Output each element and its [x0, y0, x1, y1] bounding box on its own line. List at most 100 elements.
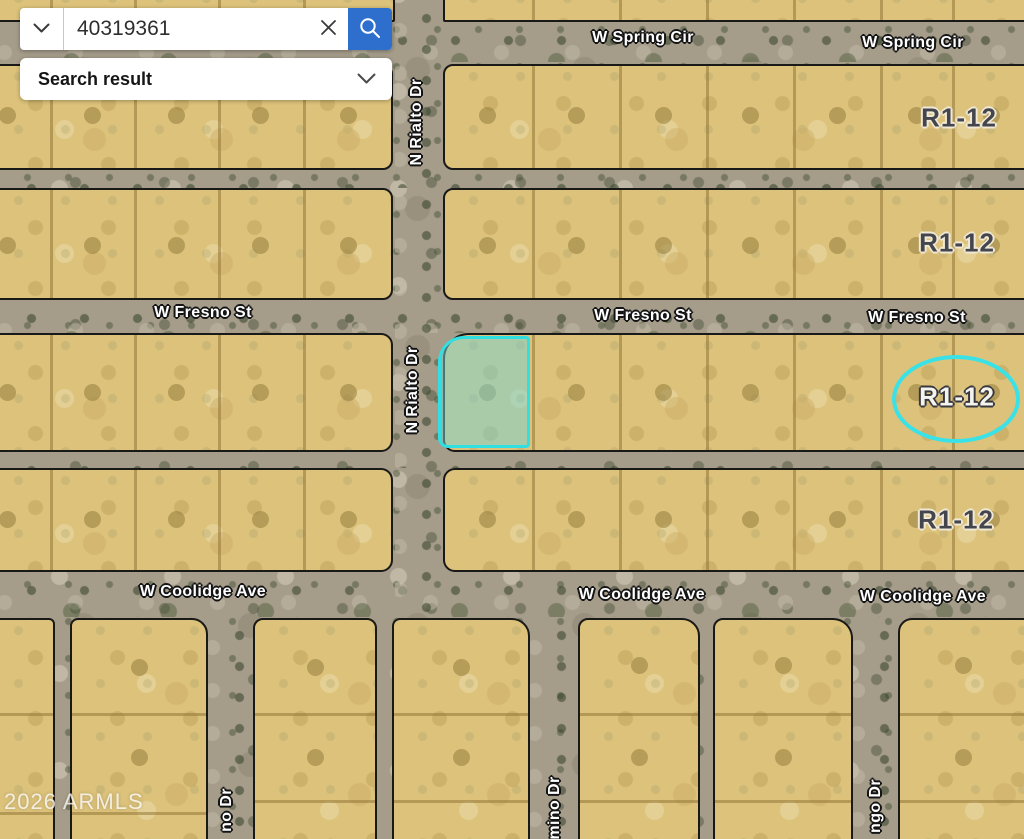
selected-parcel[interactable] — [438, 336, 530, 448]
lot-dot — [955, 657, 972, 674]
lot-line — [532, 470, 535, 570]
search-button[interactable] — [348, 8, 392, 50]
lot-line — [880, 66, 883, 168]
lot-dot — [568, 237, 585, 254]
parcel-block — [443, 0, 1024, 22]
lot-dot — [775, 657, 792, 674]
street-label: ngo Dr — [867, 779, 885, 833]
lot-dot — [655, 237, 672, 254]
lot-line — [303, 335, 306, 450]
lot-dot — [131, 749, 148, 766]
search-bar — [20, 8, 392, 50]
lot-line — [793, 190, 796, 298]
parcel-block — [0, 188, 393, 300]
lot-line — [394, 800, 528, 803]
lot-line — [706, 470, 709, 570]
lot-dot — [775, 749, 792, 766]
street-label: W Coolidge Ave — [860, 588, 986, 606]
lot-dot — [168, 511, 185, 528]
parcel-block — [392, 618, 530, 839]
parcel-block — [0, 333, 393, 452]
lot-line — [900, 800, 1024, 803]
lot-line — [715, 800, 851, 803]
street-label: W Spring Cir — [862, 34, 964, 52]
street-label: W Spring Cir — [592, 29, 694, 47]
lot-line — [619, 335, 622, 450]
lot-line — [218, 470, 221, 570]
lot-dot — [340, 511, 357, 528]
lot-dot — [655, 107, 672, 124]
chevron-down-icon — [33, 22, 50, 37]
map-viewer-window: W Spring CirW Spring CirW Fresno StW Fre… — [0, 0, 1024, 839]
lot-dot — [340, 107, 357, 124]
street-label: no Dr — [218, 788, 236, 832]
parcel-block — [898, 618, 1024, 839]
parcel-block — [713, 618, 853, 839]
zoning-label: R1-12 — [921, 103, 997, 134]
lot-dot — [479, 237, 496, 254]
lot-dot — [655, 511, 672, 528]
lot-line — [880, 190, 883, 298]
lot-line — [619, 66, 622, 168]
lot-dot — [829, 237, 846, 254]
lot-dot — [252, 107, 269, 124]
lot-dot — [829, 511, 846, 528]
search-result-dropdown[interactable]: Search result — [20, 58, 392, 100]
parcel-block — [253, 618, 377, 839]
selection-ellipse — [892, 355, 1020, 443]
lot-line — [706, 190, 709, 298]
lot-line — [303, 470, 306, 570]
lot-line — [715, 713, 851, 716]
close-icon — [320, 19, 337, 39]
lot-dot — [307, 659, 324, 676]
lot-dot — [84, 107, 101, 124]
lot-line — [580, 800, 698, 803]
search-combobox-toggle[interactable] — [20, 8, 64, 50]
lot-line — [706, 0, 709, 20]
lot-line — [72, 713, 206, 716]
lot-line — [532, 66, 535, 168]
clear-button[interactable] — [308, 8, 348, 50]
lot-dot — [131, 659, 148, 676]
search-input[interactable] — [64, 8, 308, 50]
lot-dot — [0, 384, 16, 401]
lot-dot — [252, 237, 269, 254]
lot-line — [952, 0, 955, 20]
lot-line — [532, 190, 535, 298]
lot-dot — [307, 749, 324, 766]
lot-dot — [252, 511, 269, 528]
copyright-watermark: 2026 ARMLS — [4, 789, 144, 815]
lot-dot — [168, 384, 185, 401]
street-label: N Rialto Dr — [404, 346, 422, 433]
lot-dot — [479, 511, 496, 528]
parcel-block — [578, 618, 700, 839]
lot-line — [793, 335, 796, 450]
lot-dot — [829, 107, 846, 124]
alley-lower — [0, 452, 1024, 468]
street-label: W Coolidge Ave — [579, 586, 705, 604]
lot-line — [793, 0, 796, 20]
lot-dot — [168, 237, 185, 254]
lot-line — [134, 470, 137, 570]
lot-dot — [0, 107, 16, 124]
lot-dot — [453, 659, 470, 676]
lot-line — [50, 190, 53, 298]
lot-dot — [84, 384, 101, 401]
lot-dot — [568, 107, 585, 124]
street-label: W Coolidge Ave — [140, 583, 266, 601]
lot-dot — [340, 237, 357, 254]
lot-dot — [631, 749, 648, 766]
lot-line — [532, 335, 535, 450]
lot-line — [50, 470, 53, 570]
street-label: mino Dr — [546, 776, 564, 839]
search-result-label: Search result — [20, 69, 357, 90]
lot-dot — [631, 657, 648, 674]
lot-line — [532, 0, 535, 20]
lot-dot — [84, 511, 101, 528]
zoning-label: R1-12 — [918, 505, 994, 536]
lot-dot — [655, 384, 672, 401]
street-label: W Fresno St — [868, 309, 966, 327]
lot-line — [619, 190, 622, 298]
alley-upper — [0, 170, 1024, 188]
lot-dot — [453, 749, 470, 766]
